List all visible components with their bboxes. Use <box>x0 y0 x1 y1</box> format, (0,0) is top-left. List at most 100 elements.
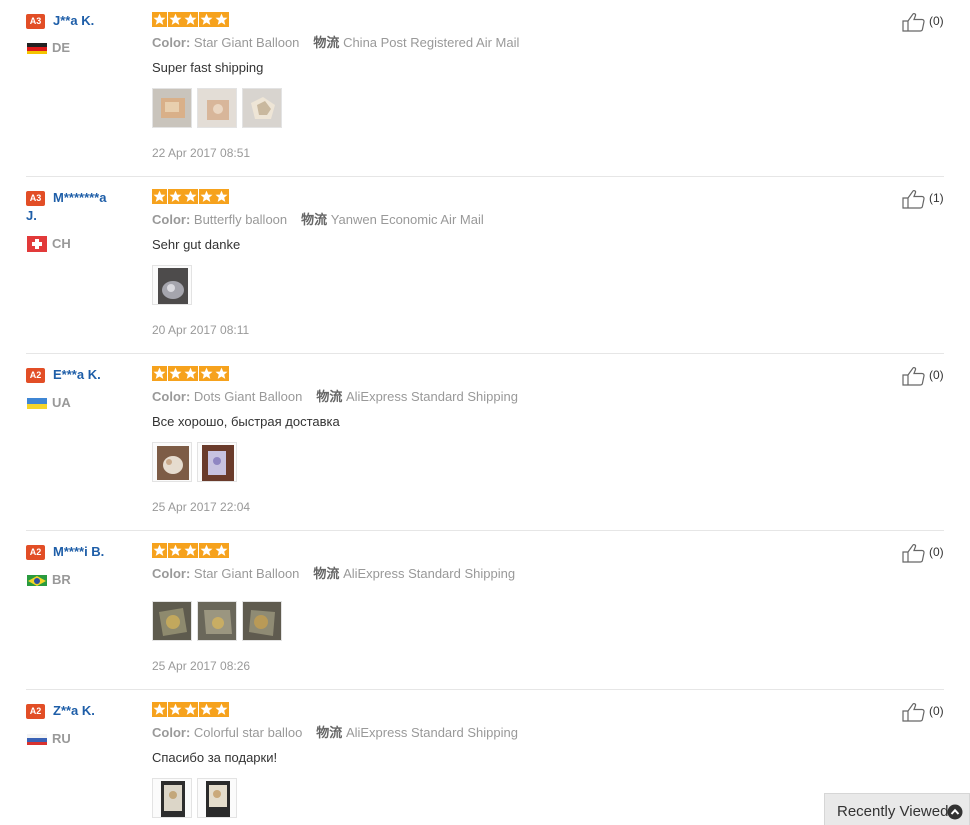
review-photos <box>152 778 242 820</box>
review-photos <box>152 442 242 484</box>
country-code: BR <box>52 572 71 587</box>
review-photo-thumbnail[interactable] <box>152 442 192 482</box>
buyer-level-badge: A2 <box>26 545 45 560</box>
star-icon <box>198 366 214 381</box>
review-photo-thumbnail[interactable] <box>197 601 237 641</box>
reviewer-name[interactable]: E***a K. <box>53 366 145 384</box>
helpful-button[interactable]: (0) <box>902 12 944 32</box>
star-icon <box>152 189 167 204</box>
flag-ru-icon <box>27 733 47 745</box>
helpful-button[interactable]: (0) <box>902 702 944 722</box>
reviewer-name[interactable]: M****i B. <box>53 543 145 561</box>
star-icon <box>198 543 214 558</box>
review-photos <box>152 265 197 307</box>
country-code: RU <box>52 731 71 746</box>
review-text: Sehr gut danke <box>152 237 241 252</box>
color-label: Color: <box>152 566 191 581</box>
review-photo-thumbnail[interactable] <box>242 88 282 128</box>
helpful-count: (0) <box>929 704 944 718</box>
flag-ch-icon <box>27 236 47 252</box>
country-code: UA <box>52 395 71 410</box>
star-icon <box>167 702 183 717</box>
country-code: DE <box>52 40 71 55</box>
order-info: Color: Star Giant Balloon 物流 China Post R… <box>152 34 519 52</box>
star-icon <box>167 543 183 558</box>
color-label: Color: <box>152 389 191 404</box>
review-photo-thumbnail[interactable] <box>197 442 237 482</box>
star-icon <box>214 366 230 381</box>
review-photo-thumbnail[interactable] <box>152 601 192 641</box>
shipping-label: 物流 <box>301 212 328 227</box>
shipping-value: AliExpress Standard Shipping <box>343 566 516 581</box>
reviewer-country: BR <box>26 571 146 587</box>
review-item: A3 M*******a J. CH Color: Butterfly ball… <box>26 189 944 354</box>
review-text: Все хорошо, быстрая доставка <box>152 414 340 429</box>
helpful-count: (0) <box>929 368 944 382</box>
star-icon <box>183 189 199 204</box>
shipping-value: AliExpress Standard Shipping <box>345 725 518 740</box>
color-label: Color: <box>152 212 191 227</box>
recently-viewed-label: Recently Viewed <box>837 803 949 820</box>
star-rating <box>152 702 230 720</box>
thumbs-up-icon <box>902 544 925 563</box>
review-item: A3 J**a K. DE Color: Star Giant Balloon 物… <box>26 12 944 177</box>
star-icon <box>198 702 214 717</box>
helpful-button[interactable]: (0) <box>902 543 944 563</box>
review-photo-thumbnail[interactable] <box>242 601 282 641</box>
star-icon <box>214 12 230 27</box>
star-icon <box>183 12 199 27</box>
review-photo-thumbnail[interactable] <box>197 778 237 818</box>
star-icon <box>152 366 167 381</box>
shipping-value: China Post Registered Air Mail <box>343 35 520 50</box>
review-date: 20 Apr 2017 08:11 <box>152 323 250 337</box>
review-photo-thumbnail[interactable] <box>152 778 192 818</box>
star-icon <box>152 543 167 558</box>
star-rating <box>152 366 230 384</box>
star-icon <box>183 702 199 717</box>
order-info: Color: Dots Giant Balloon 物流 AliExpress S… <box>152 388 518 406</box>
review-date: 22 Apr 2017 08:51 <box>152 146 251 160</box>
chevron-up-circle-icon <box>947 804 963 820</box>
star-icon <box>183 366 199 381</box>
star-rating <box>152 189 230 207</box>
reviewer-country: DE <box>26 39 146 55</box>
thumbs-up-icon <box>902 703 925 722</box>
star-icon <box>152 12 167 27</box>
helpful-count: (1) <box>929 191 944 205</box>
review-text: Super fast shipping <box>152 60 264 75</box>
shipping-label: 物流 <box>316 389 343 404</box>
helpful-button[interactable]: (1) <box>902 189 944 209</box>
review-photo-thumbnail[interactable] <box>152 265 192 305</box>
shipping-value: Yanwen Economic Air Mail <box>330 212 484 227</box>
thumbs-up-icon <box>902 13 925 32</box>
star-rating <box>152 543 230 561</box>
recently-viewed-button[interactable]: Recently Viewed <box>824 793 970 825</box>
star-icon <box>198 189 214 204</box>
color-label: Color: <box>152 725 191 740</box>
review-item: A2 M****i B. BR Color: Star Giant Balloo… <box>26 543 944 690</box>
star-rating <box>152 12 230 30</box>
thumbs-up-icon <box>902 367 925 386</box>
review-item: A2 E***a K. UA Color: Dots Giant Balloon… <box>26 366 944 531</box>
star-icon <box>167 189 183 204</box>
review-photo-thumbnail[interactable] <box>152 88 192 128</box>
reviewer-name[interactable]: J**a K. <box>53 12 145 30</box>
star-icon <box>214 702 230 717</box>
star-icon <box>214 543 230 558</box>
reviewer-name[interactable]: M*******a J. <box>26 189 118 225</box>
star-icon <box>152 702 167 717</box>
reviewer-country: RU <box>26 730 146 746</box>
thumbs-up-icon <box>902 190 925 209</box>
review-date: 25 Apr 2017 08:26 <box>152 659 251 673</box>
review-photos <box>152 601 287 643</box>
reviewer-name[interactable]: Z**a K. <box>53 702 145 720</box>
review-text: Спасибо за подарки! <box>152 750 278 765</box>
review-photo-thumbnail[interactable] <box>197 88 237 128</box>
buyer-level-badge: A3 <box>26 14 45 29</box>
review-date: 25 Apr 2017 22:04 <box>152 500 251 514</box>
star-icon <box>183 543 199 558</box>
helpful-button[interactable]: (0) <box>902 366 944 386</box>
order-info: Color: Butterfly balloon 物流 Yanwen Econom… <box>152 211 484 229</box>
order-info: Color: Star Giant Balloon 物流 AliExpress S… <box>152 565 515 583</box>
shipping-label: 物流 <box>316 725 343 740</box>
